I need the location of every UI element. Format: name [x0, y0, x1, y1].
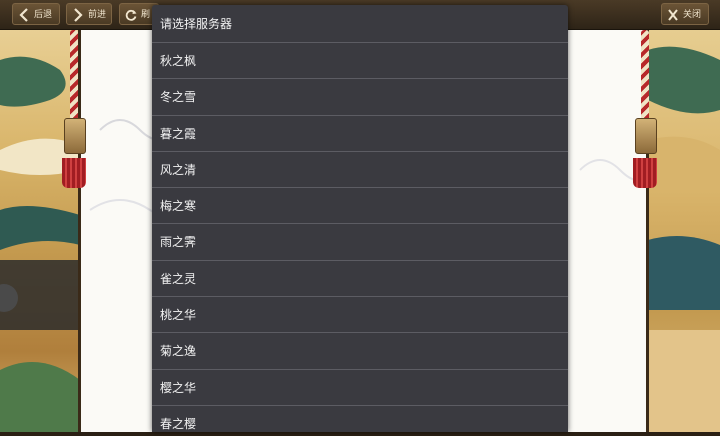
close-button[interactable]: 关闭: [661, 3, 709, 25]
right-scroll-art: [648, 30, 720, 432]
back-button[interactable]: 后退: [12, 3, 60, 25]
server-option[interactable]: 菊之逸: [152, 333, 568, 370]
server-option[interactable]: 冬之雪: [152, 79, 568, 116]
chevron-left-icon: [19, 8, 28, 22]
right-knot: [635, 118, 657, 154]
server-option[interactable]: 雨之霁: [152, 224, 568, 261]
forward-label: 前进: [88, 10, 107, 20]
server-option[interactable]: 风之清: [152, 152, 568, 189]
server-dropdown-list: 请选择服务器 秋之枫 冬之雪 暮之霞 风之清 梅之寒 雨之霁 雀之灵 桃之华 菊…: [152, 5, 568, 432]
left-scroll-art: [0, 30, 80, 432]
server-option[interactable]: 雀之灵: [152, 261, 568, 298]
left-landscape-art: [0, 56, 80, 432]
server-option[interactable]: 秋之枫: [152, 43, 568, 80]
back-label: 后退: [34, 10, 53, 20]
refresh-icon: [125, 9, 137, 21]
close-label: 关闭: [683, 10, 702, 20]
server-option[interactable]: 暮之霞: [152, 116, 568, 152]
left-rope: [70, 30, 78, 120]
right-rope: [641, 30, 649, 120]
close-icon: [668, 9, 678, 21]
left-tassel: [62, 158, 86, 188]
server-option[interactable]: 春之樱: [152, 406, 568, 432]
server-dropdown-placeholder[interactable]: 请选择服务器: [152, 5, 568, 43]
forward-button[interactable]: 前进: [66, 3, 112, 25]
right-landscape-art: [648, 46, 720, 432]
server-option[interactable]: 桃之华: [152, 297, 568, 334]
paper-left-edge: [78, 30, 81, 432]
server-option[interactable]: 樱之华: [152, 370, 568, 406]
chevron-right-icon: [74, 8, 83, 22]
right-tassel: [633, 158, 657, 188]
refresh-label: 刷: [141, 10, 151, 20]
left-knot: [64, 118, 86, 154]
server-option[interactable]: 梅之寒: [152, 188, 568, 225]
